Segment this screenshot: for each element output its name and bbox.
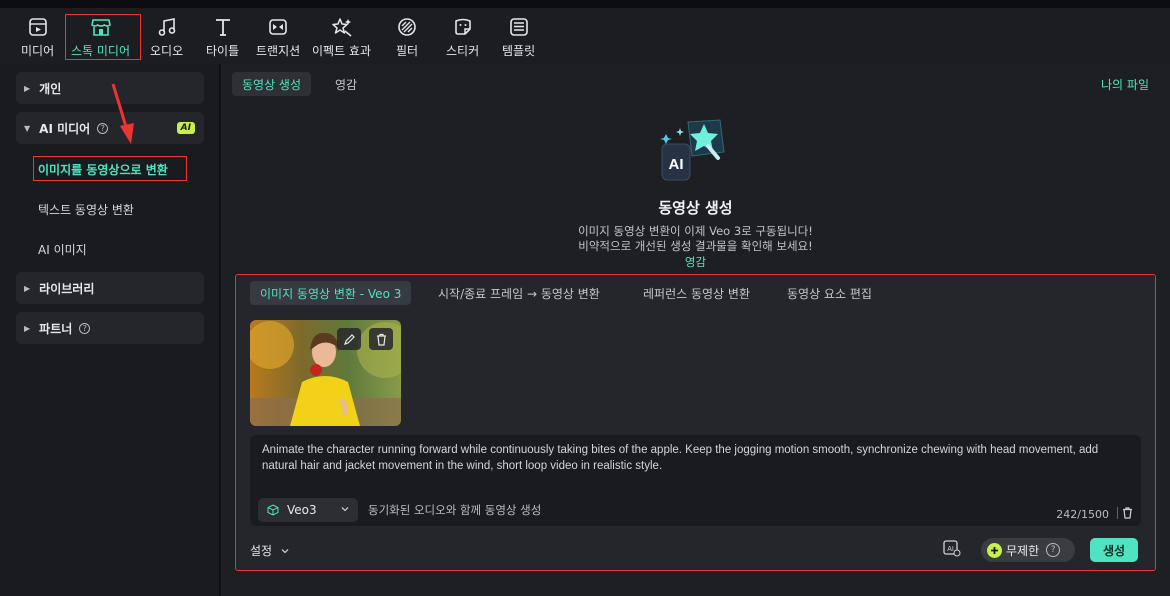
help-icon[interactable]: ? (97, 122, 109, 134)
tab-video-generation[interactable]: 동영상 생성 (232, 72, 312, 96)
toolbar-title[interactable]: 타이틀 (206, 14, 239, 64)
sticker-icon (452, 16, 474, 38)
toolbar-audio-label: 오디오 (150, 44, 184, 58)
sidebar-section-label: AI 미디어 (39, 121, 91, 136)
my-files-link[interactable]: 나의 파일 (1101, 76, 1149, 93)
ai-badge: AI (176, 122, 195, 134)
hero-subtitle-1: 이미지 동영상 변환이 이제 Veo 3로 구동됩니다! (578, 224, 813, 238)
expand-triangle-icon: ▶ (24, 83, 31, 93)
toolbar-effects-label: 이펙트 효과 (312, 44, 372, 58)
sidebar-section-partner[interactable]: ▶ 파트너 ? (16, 312, 204, 344)
sidebar-divider (219, 64, 220, 596)
toolbar-audio[interactable]: 오디오 (150, 14, 183, 64)
annotation-box-image-to-video (33, 156, 187, 181)
annotation-box-generation-panel (235, 274, 1156, 571)
toolbar-effects[interactable]: 이펙트 효과 (312, 14, 371, 64)
title-strip (0, 0, 1170, 8)
tab-inspiration[interactable]: 영감 (325, 72, 367, 96)
app-window: 미디어 스톡 미디어 오디오 타이틀 트랜지션 이펙트 효과 필터 스티커 템플… (0, 0, 1170, 596)
expand-triangle-icon: ▶ (24, 283, 31, 293)
toolbar-filter-label: 필터 (396, 44, 419, 58)
toolbar-transition-label: 트랜지션 (256, 44, 301, 58)
annotation-box-stock-media (65, 14, 141, 60)
template-icon (508, 16, 530, 38)
toolbar-transition[interactable]: 트랜지션 (256, 14, 300, 64)
sidebar-section-library[interactable]: ▶ 라이브러리 (16, 272, 204, 304)
svg-text:AI: AI (669, 156, 684, 173)
sidebar-section-label: 라이브러리 (39, 281, 95, 296)
toolbar-media-label: 미디어 (21, 44, 55, 58)
title-icon (212, 16, 234, 38)
toolbar-sticker[interactable]: 스티커 (446, 14, 479, 64)
audio-icon (156, 16, 178, 38)
sidebar-section-label: 파트너 (39, 321, 73, 336)
media-icon (27, 16, 49, 38)
toolbar-template-label: 템플릿 (502, 44, 536, 58)
main-panel: 동영상 생성 영감 나의 파일 AI 동영상 생성 이미지 동영상 변환이 이제… (221, 64, 1170, 596)
filter-icon (396, 16, 418, 38)
hero-subtitle-2: 비약적으로 개선된 생성 결과물을 확인해 보세요! (578, 239, 813, 253)
toolbar-sticker-label: 스티커 (446, 44, 480, 58)
toolbar-title-label: 타이틀 (206, 44, 240, 58)
help-icon[interactable]: ? (79, 322, 91, 334)
annotation-arrow (111, 83, 134, 144)
expand-triangle-icon: ▶ (24, 323, 31, 333)
sidebar-item-ai-image[interactable]: AI 이미지 (38, 241, 87, 258)
sidebar-item-text-to-video[interactable]: 텍스트 동영상 변환 (38, 201, 134, 218)
ai-video-magic-icon: AI (660, 119, 725, 181)
toolbar-template[interactable]: 템플릿 (502, 14, 535, 64)
collapse-triangle-icon: ▼ (24, 123, 31, 133)
toolbar-filter[interactable]: 필터 (396, 14, 418, 64)
transition-icon (267, 16, 289, 38)
inspiration-link[interactable]: 영감 (221, 254, 1170, 270)
hero-title: 동영상 생성 (658, 199, 733, 217)
toolbar-media[interactable]: 미디어 (21, 14, 54, 64)
top-toolbar: 미디어 스톡 미디어 오디오 타이틀 트랜지션 이펙트 효과 필터 스티커 템플… (0, 8, 1170, 64)
effects-icon (331, 16, 353, 38)
sidebar-section-label: 개인 (39, 81, 62, 96)
